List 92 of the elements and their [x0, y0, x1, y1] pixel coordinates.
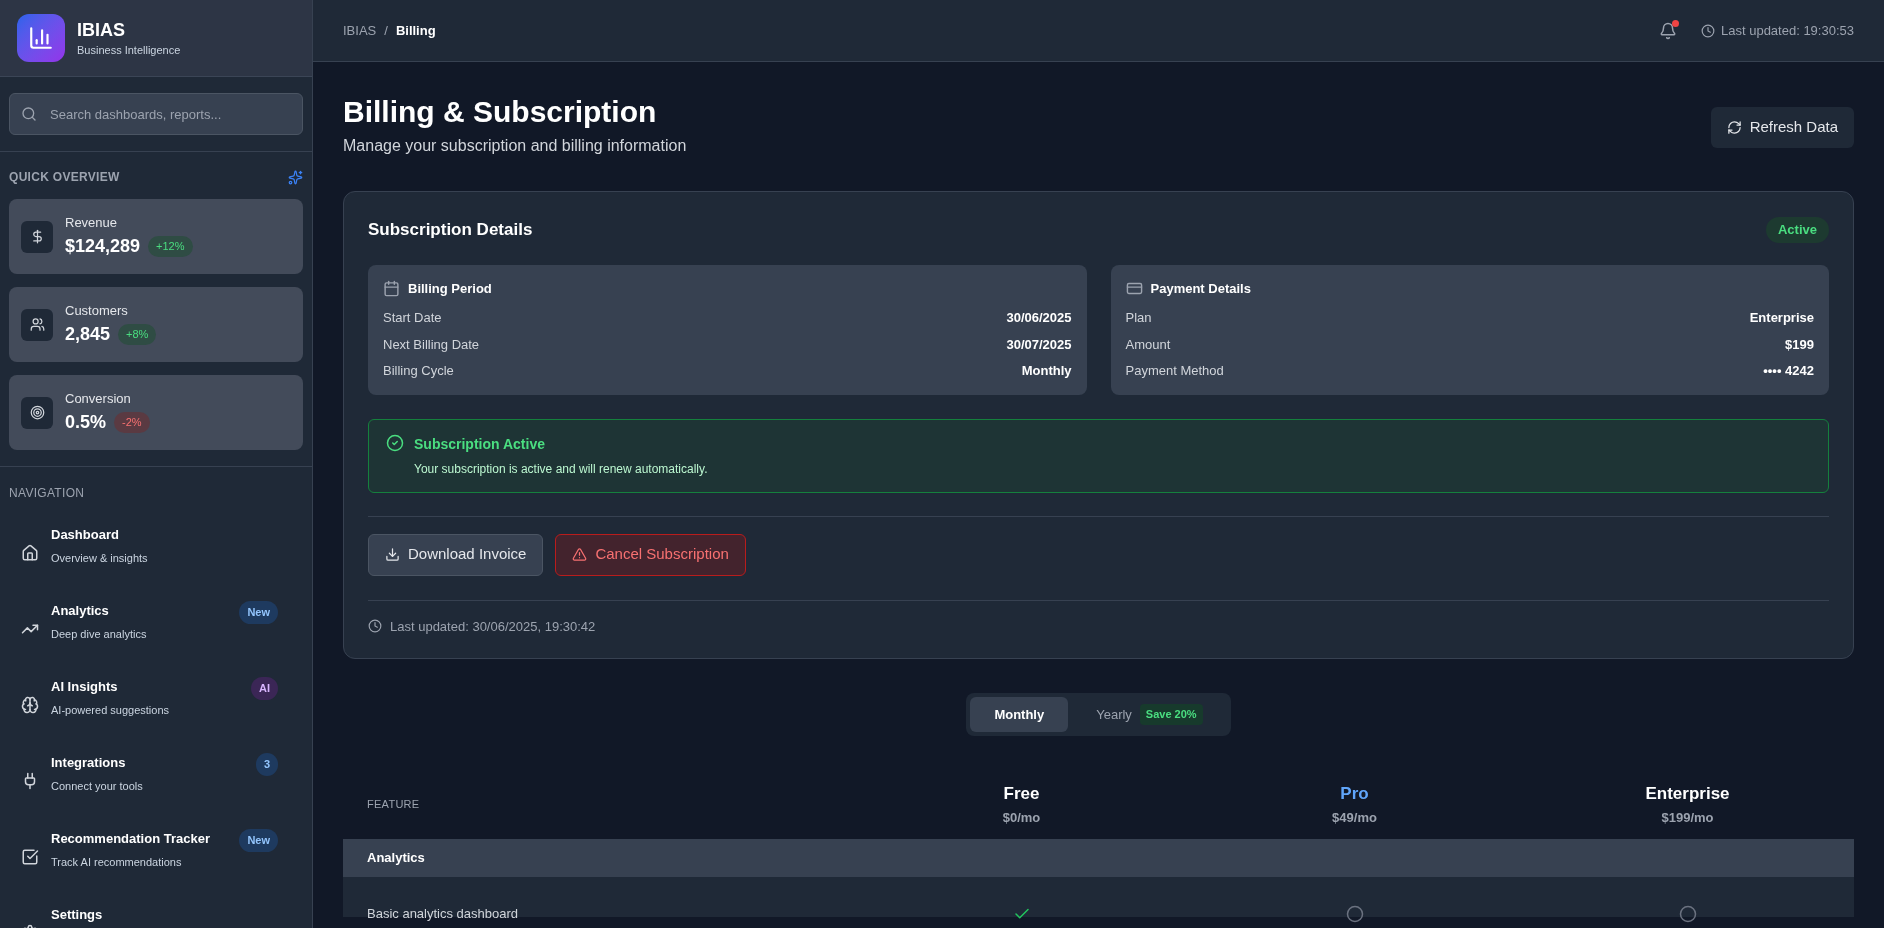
detail-label: Next Billing Date: [383, 335, 480, 354]
plan-price: $49/mo: [1332, 809, 1377, 827]
plan-price: $0/mo: [1002, 809, 1041, 827]
metric-value: 2,845: [65, 323, 111, 347]
nav-badge: New: [239, 601, 278, 624]
status-badge: Active: [1765, 217, 1829, 243]
nav-label: Integrations: [51, 754, 127, 772]
cancel-button[interactable]: Cancel Subscription: [555, 533, 746, 576]
calendar-icon: [383, 279, 400, 297]
detail-label: Amount: [1125, 335, 1171, 354]
nav-item[interactable]: Dashboard Overview & insights: [9, 515, 303, 591]
download-button[interactable]: Download Invoice: [368, 533, 544, 576]
save-badge: Save 20%: [1139, 704, 1203, 725]
notification-button[interactable]: [1659, 21, 1677, 40]
detail-label: Plan: [1125, 309, 1152, 327]
column-header: FEATURE: [366, 796, 421, 812]
nav-label: Analytics: [51, 602, 110, 620]
change-badge: +12%: [148, 236, 193, 257]
dollar-icon: [21, 220, 53, 253]
nav-item[interactable]: Integrations Connect your tools 3: [9, 743, 303, 819]
nav-item[interactable]: Analytics Deep dive analytics New: [9, 591, 303, 667]
logo-icon: [17, 14, 65, 62]
clock-icon: [368, 619, 382, 634]
download-icon: [385, 547, 400, 562]
panel-title: Billing Period: [408, 279, 492, 298]
checkbox-icon: [21, 848, 39, 866]
detail-value: Enterprise: [1749, 309, 1814, 327]
last-updated: Last updated: 30/06/2025, 19:30:42: [390, 617, 596, 636]
billing-option[interactable]: Yearly Save 20%: [1072, 697, 1227, 732]
brain-icon: [21, 696, 39, 714]
search-icon: [21, 106, 37, 122]
detail-label: Billing Cycle: [383, 362, 454, 380]
page-title: Billing & Subscription: [343, 94, 658, 130]
card-title: Subscription Details: [368, 219, 533, 241]
breadcrumb-separator: /: [384, 21, 388, 40]
nav-item[interactable]: AI Insights AI-powered suggestions AI: [9, 667, 303, 743]
metric-value: 0.5%: [65, 411, 107, 435]
plan-name: Free: [1003, 782, 1040, 805]
breadcrumb-item[interactable]: IBIAS: [343, 20, 377, 41]
refresh-button[interactable]: Refresh Data: [1710, 107, 1854, 148]
detail-value: Monthly: [1021, 362, 1072, 380]
nav-item[interactable]: Recommendation Tracker Track AI recommendations New: [9, 819, 303, 895]
feature-label: Basic analytics dashboard: [366, 904, 520, 923]
plan-name: Pro: [1340, 782, 1369, 805]
nav-description: Overview & insights: [51, 550, 149, 566]
last-updated: Last updated: 19:30:53: [1721, 21, 1854, 40]
nav-description: AI-powered suggestions: [51, 702, 170, 718]
metric-label: Conversion: [65, 389, 132, 408]
section-heading: NAVIGATION: [9, 485, 86, 502]
nav-badge: New: [239, 829, 278, 852]
page-subtitle: Manage your subscription and billing information: [343, 136, 687, 156]
nav-badge: AI: [251, 677, 278, 700]
detail-label: Payment Method: [1125, 362, 1224, 380]
users-icon: [21, 308, 53, 341]
brand-tagline: Business Intelligence: [77, 42, 181, 58]
search-field[interactable]: Search dashboards, reports...: [9, 93, 303, 135]
nav-item[interactable]: Settings: [9, 895, 303, 928]
nav-label: AI Insights: [51, 678, 119, 696]
billing-option[interactable]: Monthly: [970, 697, 1069, 732]
nav-label: Dashboard: [51, 526, 120, 544]
brand-name: IBIAS: [77, 18, 126, 42]
sparkles-icon: [288, 169, 303, 185]
plan-price: $199/mo: [1661, 809, 1714, 827]
change-badge: -2%: [114, 412, 150, 433]
section-title: Analytics: [367, 849, 425, 868]
nav-label: Recommendation Tracker: [51, 830, 211, 848]
metric-value: $124,289: [65, 235, 141, 259]
nav-badge: 3: [255, 753, 278, 776]
detail-value: 30/06/2025: [1006, 309, 1072, 327]
nav-description: Connect your tools: [51, 778, 144, 794]
metric-label: Customers: [65, 301, 129, 320]
nav-description: Track AI recommendations: [51, 854, 183, 870]
detail-value: $199: [1785, 335, 1814, 354]
refresh-icon: [1726, 120, 1742, 135]
nav-label: Settings: [51, 906, 104, 924]
metric-label: Revenue: [65, 213, 119, 232]
clock-icon: [1701, 23, 1715, 38]
plan-name: Enterprise: [1645, 782, 1730, 805]
nav-description: Deep dive analytics: [51, 626, 148, 642]
panel-title: Payment Details: [1150, 279, 1251, 298]
warning-icon: [572, 547, 588, 562]
change-badge: +8%: [118, 324, 157, 345]
alert-message: Your subscription is active and will renew automatically.: [414, 460, 708, 478]
target-icon: [21, 396, 53, 429]
check-circle-icon: [386, 433, 404, 452]
breadcrumb-item: Billing: [395, 21, 436, 40]
home-icon: [21, 544, 39, 562]
alert-title: Subscription Active: [414, 434, 546, 454]
detail-label: Start Date: [383, 309, 442, 327]
detail-value: •••• 4242: [1763, 362, 1814, 380]
section-heading: QUICK OVERVIEW: [9, 169, 120, 186]
detail-value: 30/07/2025: [1006, 335, 1072, 354]
